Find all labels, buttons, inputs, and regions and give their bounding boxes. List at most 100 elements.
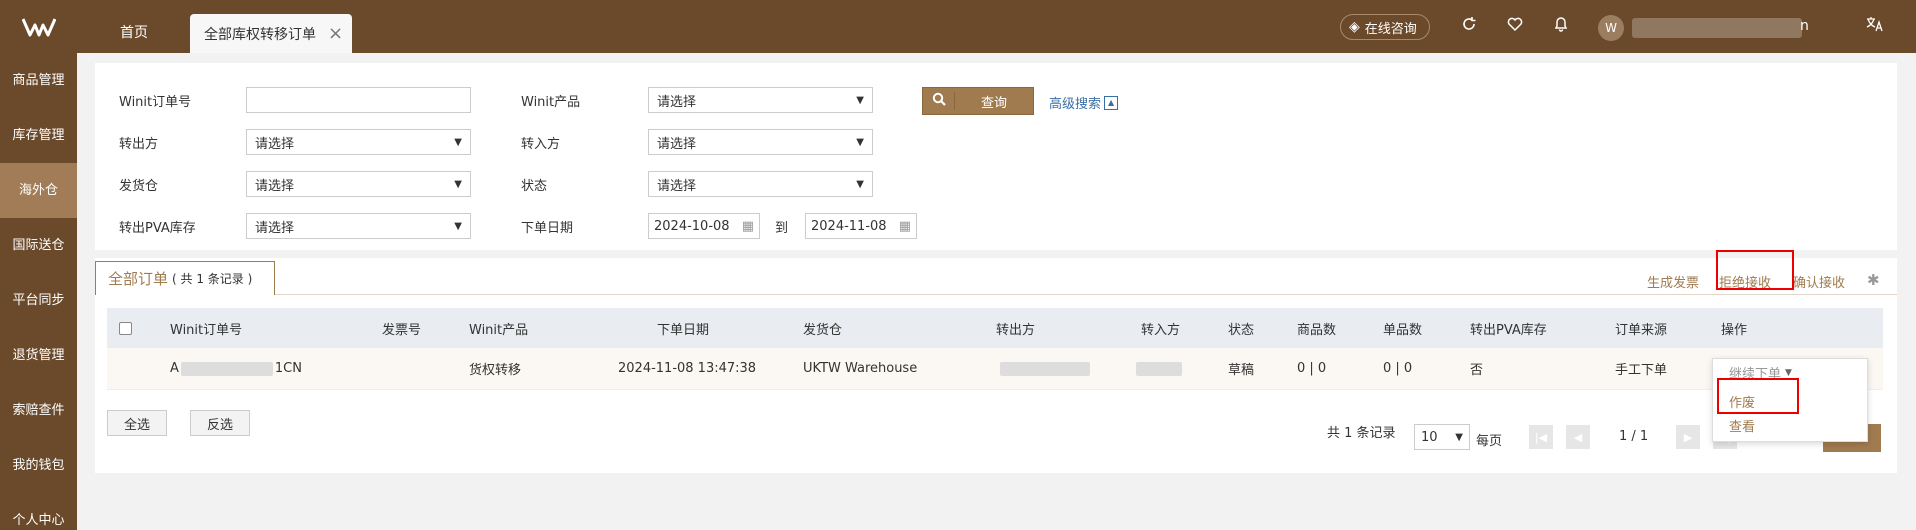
sidebar-item-platform-sync[interactable]: 平台同步	[0, 273, 77, 328]
order-no-label: Winit订单号	[119, 95, 192, 110]
col-items: 单品数	[1383, 322, 1423, 338]
order-no-prefix: A	[170, 361, 179, 376]
bell-icon[interactable]	[1550, 16, 1572, 37]
record-count: ( 共 1 条记录 )	[172, 272, 253, 286]
sidebar-item-products[interactable]: 商品管理	[0, 53, 77, 108]
prev-page-icon[interactable]: ◀	[1566, 425, 1590, 449]
sidebar-item-profile[interactable]: 个人中心	[0, 493, 77, 530]
chevron-down-icon: ▼	[856, 178, 864, 190]
warehouse-select-value: 请选择	[255, 178, 295, 194]
search-icon	[923, 92, 955, 110]
from-party-select-value: 请选择	[255, 136, 295, 152]
status-cell: 草稿	[1228, 363, 1255, 378]
sidebar-item-intl-delivery[interactable]: 国际送仓	[0, 218, 77, 273]
col-actions: 操作	[1721, 322, 1748, 338]
sidebar-item-wallet[interactable]: 我的钱包	[0, 438, 77, 493]
online-consult-button[interactable]: ◈ 在线咨询	[1340, 14, 1430, 40]
date-from-value: 2024-10-08	[654, 218, 730, 234]
col-pva: 转出PVA库存	[1470, 322, 1547, 338]
query-button[interactable]: 查询	[922, 87, 1034, 115]
sidebar-item-claims[interactable]: 索赔查件	[0, 383, 77, 438]
advanced-search-link[interactable]: 高级搜索 ▲	[1049, 93, 1119, 112]
tab-all-orders[interactable]: 全部订单 ( 共 1 条记录 )	[95, 261, 275, 295]
chevron-down-icon: ▼	[856, 136, 864, 148]
col-warehouse: 发货仓	[803, 322, 843, 338]
invert-selection-button[interactable]: 反选	[190, 410, 251, 436]
next-page-icon[interactable]: ▶	[1676, 425, 1700, 449]
date-to-value: 2024-11-08	[811, 218, 887, 234]
col-to-party: 转入方	[1141, 322, 1181, 338]
chevron-down-icon: ▼	[454, 136, 462, 148]
date-from-input[interactable]: 2024-10-08 ▦	[648, 213, 760, 239]
table-row[interactable]: A 1CN 货权转移 2024-11-08 13:47:38 UKTW Ware…	[107, 348, 1883, 390]
view-menu-item[interactable]: 查看	[1729, 416, 1755, 435]
refresh-icon[interactable]	[1458, 16, 1480, 37]
tab-home[interactable]: 首页	[100, 14, 168, 53]
col-order-date: 下单日期	[657, 322, 710, 338]
close-icon[interactable]: ×	[328, 24, 343, 43]
col-status: 状态	[1228, 322, 1255, 338]
pva-label: 转出PVA库存	[119, 221, 196, 236]
col-order-no: Winit订单号	[170, 322, 243, 338]
chevron-down-icon: ▼	[856, 94, 864, 106]
expand-icon: ▲	[1104, 95, 1119, 110]
sidebar-item-overseas-warehouse[interactable]: 海外仓	[0, 163, 77, 218]
calendar-icon[interactable]: ▦	[742, 219, 754, 234]
to-party-select[interactable]: 请选择 ▼	[648, 129, 873, 155]
user-name[interactable]: n	[1800, 18, 1809, 34]
advanced-search-label: 高级搜索	[1049, 97, 1102, 112]
product-select-value: 请选择	[657, 94, 697, 110]
per-page-label: 每页	[1476, 434, 1503, 449]
items-cell: 0 | 0	[1383, 361, 1413, 376]
sidebar-item-inventory[interactable]: 库存管理	[0, 108, 77, 163]
chevron-down-icon: ▼	[1455, 431, 1463, 443]
chevron-down-icon: ▼	[454, 220, 462, 232]
calendar-icon[interactable]: ▦	[899, 219, 911, 234]
select-all-checkbox[interactable]	[119, 308, 132, 348]
sidebar-item-returns[interactable]: 退货管理	[0, 328, 77, 383]
to-party-cell	[1136, 348, 1182, 389]
sidebar: 商品管理 库存管理 海外仓 国际送仓 平台同步 退货管理 索赔查件 我的钱包 个…	[0, 53, 77, 530]
from-party-cell	[1000, 348, 1090, 389]
order-date-label: 下单日期	[521, 221, 574, 236]
pva-select[interactable]: 请选择 ▼	[246, 213, 471, 239]
generate-invoice-link[interactable]: 生成发票	[1647, 272, 1699, 291]
warehouse-select[interactable]: 请选择 ▼	[246, 171, 471, 197]
to-party-label: 转入方	[521, 137, 561, 152]
status-label: 状态	[521, 179, 548, 194]
user-name-redacted	[1632, 18, 1802, 38]
logo[interactable]	[0, 0, 77, 53]
caret-down-icon: ▼	[1785, 367, 1792, 378]
status-select[interactable]: 请选择 ▼	[648, 171, 873, 197]
chevron-down-icon: ▼	[454, 178, 462, 190]
confirm-receipt-link[interactable]: 确认接收	[1793, 272, 1845, 291]
order-no-suffix: 1CN	[274, 361, 302, 376]
to-party-select-value: 请选择	[657, 136, 697, 152]
tab-all-transfer-orders[interactable]: 全部库权转移订单 ×	[190, 14, 352, 53]
product-select[interactable]: 请选择 ▼	[648, 87, 873, 113]
online-consult-label: 在线咨询	[1364, 21, 1417, 37]
highlight-reject	[1716, 250, 1794, 290]
pva-select-value: 请选择	[255, 220, 295, 236]
table-header: Winit订单号 发票号 Winit产品 下单日期 发货仓 转出方 转入方 状态…	[107, 308, 1883, 348]
avatar[interactable]: W	[1598, 15, 1624, 41]
order-no-input[interactable]	[246, 87, 471, 113]
col-product: Winit产品	[469, 322, 529, 338]
shield-heart-icon[interactable]	[1504, 16, 1526, 37]
first-page-icon[interactable]: |◀	[1529, 425, 1553, 449]
product-label: Winit产品	[521, 95, 581, 110]
date-to-input[interactable]: 2024-11-08 ▦	[805, 213, 917, 239]
from-party-select[interactable]: 请选择 ▼	[246, 129, 471, 155]
order-no-cell[interactable]: A 1CN	[170, 348, 302, 389]
select-all-button[interactable]: 全选	[107, 410, 168, 436]
page-size-select[interactable]: 10 ▼	[1414, 424, 1470, 450]
language-icon[interactable]	[1864, 16, 1886, 37]
chat-icon: ◈	[1349, 19, 1360, 35]
source-cell: 手工下单	[1615, 363, 1668, 378]
gear-icon[interactable]: ✱	[1867, 271, 1880, 289]
query-label: 查询	[980, 95, 1007, 111]
product-cell: 货权转移	[469, 363, 522, 378]
tab-all-orders-label: 全部订单	[108, 270, 169, 288]
order-no-redacted	[180, 361, 273, 376]
tab-underline	[95, 294, 1897, 295]
